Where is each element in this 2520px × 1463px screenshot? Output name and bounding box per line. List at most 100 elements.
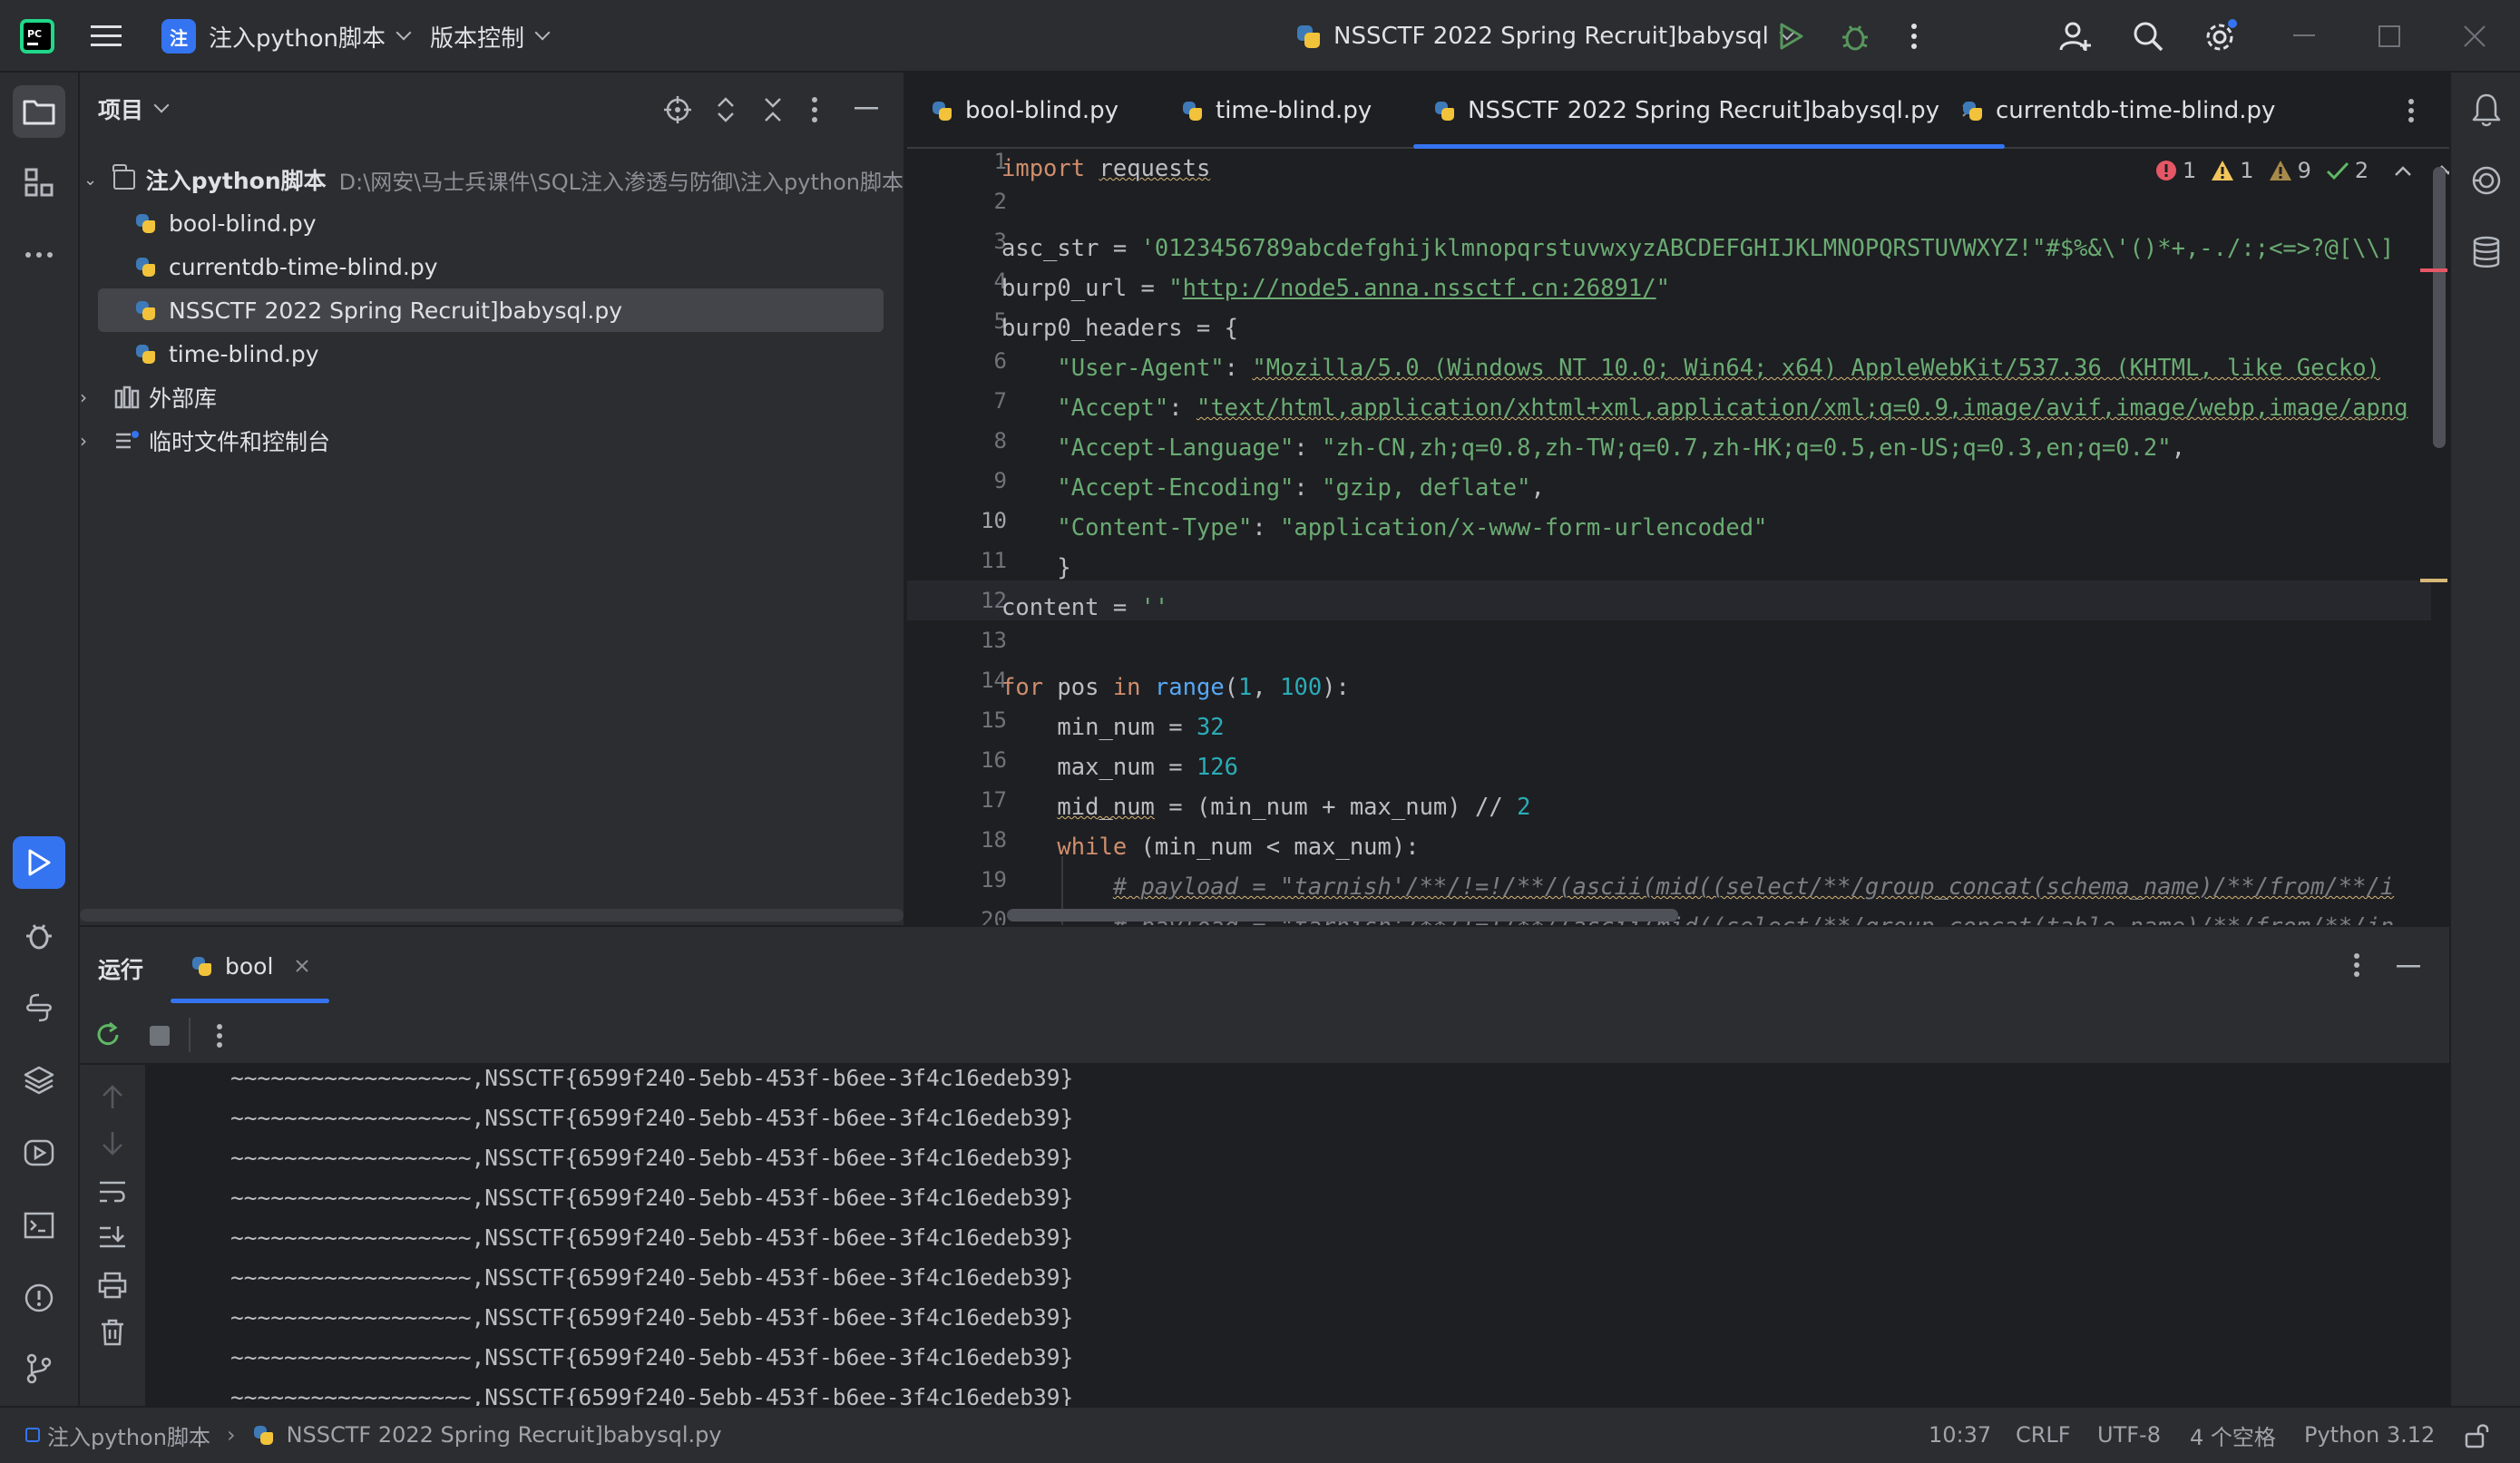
git-button[interactable] [13, 1342, 65, 1395]
more-tools-button[interactable] [13, 229, 65, 281]
tree-file[interactable]: bool-blind.py [80, 201, 903, 245]
collapse-all-icon[interactable] [762, 96, 784, 123]
more-horizontal-icon [25, 252, 53, 258]
run-tab-label: bool [225, 952, 274, 980]
breadcrumb-file[interactable]: NSSCTF 2022 Spring Recruit]babysql.py [287, 1422, 722, 1448]
trash-icon[interactable] [100, 1319, 125, 1346]
tab-label: time-blind.py [1216, 97, 1372, 124]
python-file-icon [1961, 100, 1983, 122]
main-menu-button[interactable] [91, 0, 122, 73]
breadcrumb-project[interactable]: 注入python脚本 [47, 1419, 210, 1451]
debug-tool-button[interactable] [13, 909, 65, 961]
more-vertical-icon[interactable] [2408, 98, 2415, 123]
project-panel-header[interactable]: 项目 [98, 93, 170, 125]
python-console-icon [26, 993, 52, 1022]
database-icon[interactable] [2471, 236, 2502, 268]
locate-file-icon[interactable] [664, 96, 691, 123]
run-config-selector[interactable]: NSSCTF 2022 Spring Recruit]babysql [1295, 0, 1795, 73]
python-file-icon [1295, 24, 1321, 49]
maximize-window-button[interactable] [2378, 0, 2400, 73]
python-interpreter[interactable]: Python 3.12 [2304, 1408, 2435, 1462]
folder-icon [112, 164, 135, 190]
run-tool-window: 运行 bool ~~~~~~~~~~~~~~~~~~,NSSCTF{6599f2… [80, 925, 2449, 1408]
debug-button[interactable] [1840, 0, 1870, 73]
rerun-icon[interactable] [94, 1021, 122, 1048]
tree-file-selected[interactable]: NSSCTF 2022 Spring Recruit]babysql.py [98, 288, 884, 332]
python-packages-button[interactable] [13, 1054, 65, 1107]
run-config-label: NSSCTF 2022 Spring Recruit]babysql [1333, 23, 1769, 50]
console-side-toolbar [80, 1065, 145, 1408]
console-output[interactable]: ~~~~~~~~~~~~~~~~~~,NSSCTF{6599f240-5ebb-… [145, 1065, 2449, 1408]
code-with-me-button[interactable] [2059, 0, 2092, 73]
print-icon[interactable] [98, 1272, 127, 1299]
caret-position[interactable]: 10:37 [1929, 1408, 1991, 1462]
tree-file[interactable]: currentdb-time-blind.py [80, 245, 903, 288]
settings-button[interactable] [2203, 0, 2239, 73]
expand-all-icon[interactable] [715, 96, 737, 123]
run-tab-bool[interactable]: bool [171, 927, 330, 1005]
add-user-icon [2059, 22, 2091, 51]
file-encoding[interactable]: UTF-8 [2097, 1408, 2161, 1462]
tree-scratches[interactable]: › 临时文件和控制台 [80, 419, 903, 463]
git-branch-icon [26, 1353, 52, 1384]
problems-button[interactable] [13, 1272, 65, 1324]
line-separator[interactable]: CRLF [2016, 1408, 2071, 1462]
more-vertical-icon[interactable] [216, 1023, 223, 1048]
root-folder-name: 注入python脚本 [145, 168, 327, 194]
run-tool-button[interactable] [13, 836, 65, 889]
code-line: "User-Agent": "Mozilla/5.0 (Windows NT 1… [1057, 355, 2380, 382]
close-window-button[interactable] [2464, 0, 2486, 73]
python-file-icon [1433, 100, 1455, 122]
editor-horizontal-scrollbar[interactable] [1007, 909, 2431, 922]
arrow-down-icon[interactable] [100, 1130, 125, 1157]
arrow-up-icon[interactable] [100, 1083, 125, 1110]
close-tab-icon[interactable] [295, 959, 309, 973]
file-name: time-blind.py [169, 340, 319, 367]
python-console-button[interactable] [13, 981, 65, 1034]
hide-panel-icon[interactable] [855, 107, 878, 111]
code-line-current: "Content-Type": "application/x-www-form-… [1057, 514, 1768, 541]
horizontal-scrollbar[interactable] [80, 909, 903, 922]
editor-tab[interactable]: bool-blind.py [931, 73, 1118, 149]
scroll-to-end-icon[interactable] [98, 1224, 127, 1252]
tab-label: bool-blind.py [965, 97, 1119, 124]
code-line: min_num = 32 [1057, 714, 1225, 741]
editor-vertical-scrollbar[interactable] [2420, 149, 2449, 925]
python-file-icon [134, 299, 156, 321]
project-selector[interactable]: 注 注入python脚本 [161, 0, 412, 73]
tree-file[interactable]: time-blind.py [80, 332, 903, 376]
more-actions-button[interactable] [1910, 0, 1918, 73]
unlock-icon[interactable] [2464, 1422, 2491, 1449]
structure-tool-button[interactable] [13, 156, 65, 209]
vcs-menu[interactable]: 版本控制 [430, 0, 551, 73]
warning-stripe-mark [2420, 579, 2447, 582]
project-tool-button[interactable] [13, 85, 65, 138]
editor: bool-blind.py time-blind.py NSSCTF 2022 … [907, 73, 2457, 925]
hide-panel-icon[interactable] [2397, 965, 2420, 969]
editor-tab[interactable]: time-blind.py [1181, 73, 1372, 149]
search-button[interactable] [2132, 0, 2164, 73]
notifications-bell-icon[interactable] [2471, 93, 2502, 127]
stop-icon[interactable] [149, 1025, 171, 1047]
more-vertical-icon[interactable] [2353, 952, 2360, 978]
collapsed-arrow-icon: › [80, 430, 87, 452]
soft-wrap-icon[interactable] [98, 1179, 127, 1205]
external-libraries-label: 外部库 [149, 385, 218, 412]
tree-external-libraries[interactable]: › 外部库 [80, 376, 903, 419]
pycharm-logo-icon[interactable]: PC [20, 0, 54, 73]
ai-assistant-icon[interactable] [2471, 165, 2502, 196]
run-button[interactable] [1778, 0, 1805, 73]
more-vertical-icon[interactable] [811, 96, 818, 123]
editor-tab-active[interactable]: NSSCTF 2022 Spring Recruit]babysql.py [1413, 73, 2005, 149]
code-area[interactable]: import requests asc_str = '0123456789abc… [907, 149, 2431, 925]
editor-tab[interactable]: currentdb-time-blind.py [1961, 73, 2275, 149]
run-panel-title: 运行 [98, 957, 144, 983]
terminal-button[interactable] [13, 1199, 65, 1252]
scratches-label: 临时文件和控制台 [149, 429, 331, 455]
code-line: while (min_num < max_num): [1057, 834, 1420, 861]
minimize-window-button[interactable] [2293, 0, 2315, 73]
console-line: ~~~~~~~~~~~~~~~~~~,NSSCTF{6599f240-5ebb-… [230, 1264, 1074, 1291]
tree-root-folder[interactable]: ⌄ 注入python脚本 D:\网安\马士兵课件\SQL注入渗透与防御\注入py… [80, 158, 903, 201]
indent-setting[interactable]: 4 个空格 [2190, 1408, 2276, 1462]
services-button[interactable] [13, 1127, 65, 1179]
